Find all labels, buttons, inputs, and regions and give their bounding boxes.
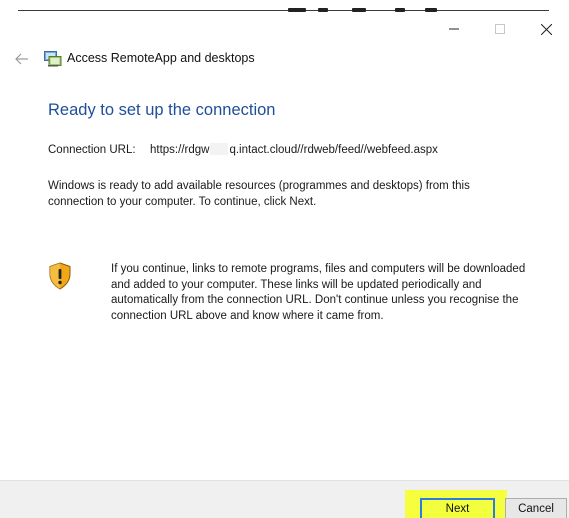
cancel-button[interactable]: Cancel xyxy=(505,498,567,518)
close-icon xyxy=(540,23,552,35)
top-edge-artifact xyxy=(395,8,405,12)
top-edge-artifact xyxy=(425,8,437,12)
top-border-line xyxy=(18,10,549,11)
window-top-edge xyxy=(0,0,569,14)
minimize-icon xyxy=(449,28,459,30)
warning-text: If you continue, links to remote program… xyxy=(111,263,526,322)
wizard-footer: Next Cancel xyxy=(0,480,569,518)
connection-url-label: Connection URL: xyxy=(48,144,136,156)
close-button[interactable] xyxy=(523,14,569,44)
shield-warning-icon xyxy=(49,262,71,290)
remoteapp-icon xyxy=(44,51,62,67)
maximize-icon xyxy=(495,24,505,34)
top-edge-artifact xyxy=(352,8,366,12)
next-button[interactable]: Next xyxy=(420,498,495,518)
intro-text: Windows is ready to add available resour… xyxy=(48,180,470,208)
connection-url-row: Connection URL: https://rdgw q.intact.clou… xyxy=(48,143,438,156)
connection-url-value-end: q.intact.cloud//rdweb/feed//webfeed.aspx xyxy=(229,144,438,156)
back-arrow-icon[interactable] xyxy=(14,51,30,67)
window-caption-buttons xyxy=(431,14,569,44)
app-title: Access RemoteApp and desktops xyxy=(67,51,255,65)
maximize-button[interactable] xyxy=(477,14,523,44)
page-title: Ready to set up the connection xyxy=(48,101,276,119)
redacted-url-segment xyxy=(210,143,229,155)
top-edge-artifact xyxy=(318,8,328,12)
top-edge-artifact xyxy=(288,8,306,12)
minimize-button[interactable] xyxy=(431,14,477,44)
wizard-header: Access RemoteApp and desktops xyxy=(0,48,569,72)
connection-url-value-start: https://rdgw xyxy=(150,144,210,156)
